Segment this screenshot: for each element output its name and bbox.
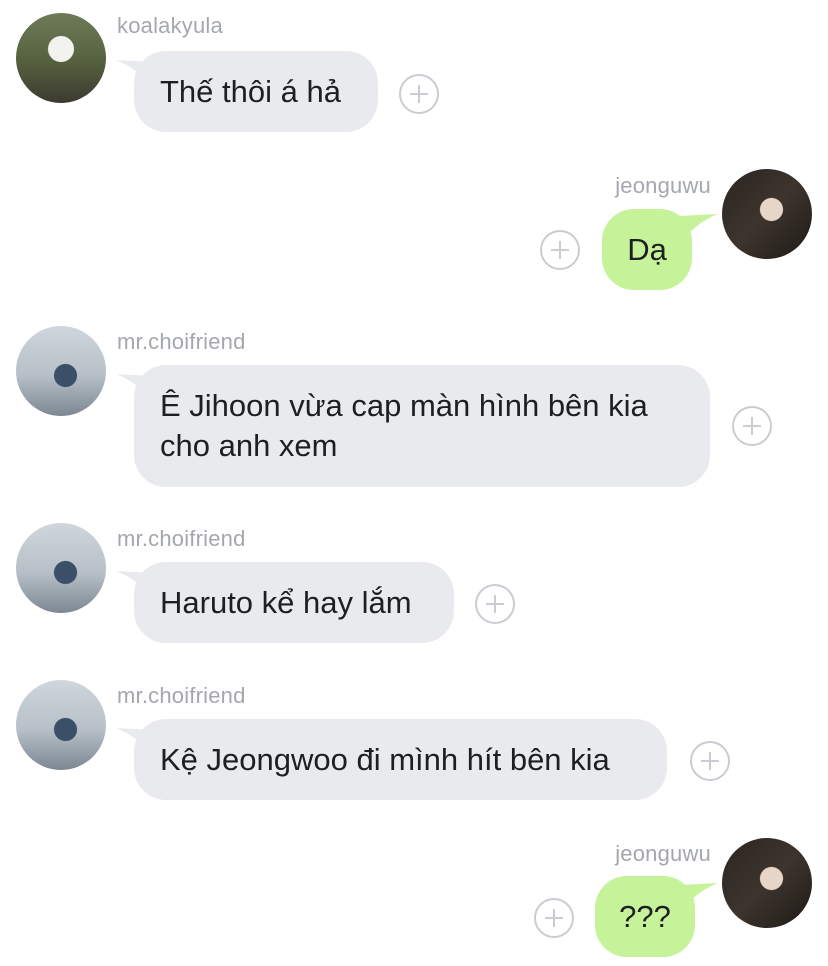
message-bubble[interactable]: Thế thôi á hả [134,51,378,132]
sender-name: mr.choifriend [117,526,246,551]
avatar-mr-choifriend[interactable] [16,326,106,416]
sender-name: jeonguwu [615,841,711,866]
plus-circle-icon[interactable] [690,741,730,781]
message-bubble[interactable]: Kệ Jeongwoo đi mình hít bên kia [134,719,667,800]
avatar-jeonguwu[interactable] [722,838,812,928]
plus-circle-icon[interactable] [732,406,772,446]
message-text: Kệ Jeongwoo đi mình hít bên kia [160,741,610,777]
avatar-mr-choifriend[interactable] [16,523,106,613]
message-bubble[interactable]: ??? [595,876,695,957]
sender-name: mr.choifriend [117,329,246,354]
sender-name: jeonguwu [615,173,711,198]
message-text: Haruto kể hay lắm [160,584,412,620]
plus-circle-icon[interactable] [534,898,574,938]
plus-circle-icon[interactable] [475,584,515,624]
sender-name: koalakyula [117,13,223,38]
message-text-line: cho anh xem [160,428,338,463]
avatar-koalakyula[interactable] [16,13,106,103]
message-text-line: Ê Jihoon vừa cap màn hình bên kia [160,388,648,423]
message-bubble[interactable]: Dạ [602,209,692,290]
plus-circle-icon[interactable] [399,74,439,114]
plus-circle-icon[interactable] [540,230,580,270]
avatar-jeonguwu[interactable] [722,169,812,259]
message-bubble[interactable]: Haruto kể hay lắm [134,562,454,643]
message-text: Thế thôi á hả [160,73,341,109]
message-text: ??? [619,898,671,934]
avatar-mr-choifriend[interactable] [16,680,106,770]
message-text: Dạ [627,231,667,267]
message-bubble[interactable]: Ê Jihoon vừa cap màn hình bên kia cho an… [134,365,710,487]
sender-name: mr.choifriend [117,683,246,708]
